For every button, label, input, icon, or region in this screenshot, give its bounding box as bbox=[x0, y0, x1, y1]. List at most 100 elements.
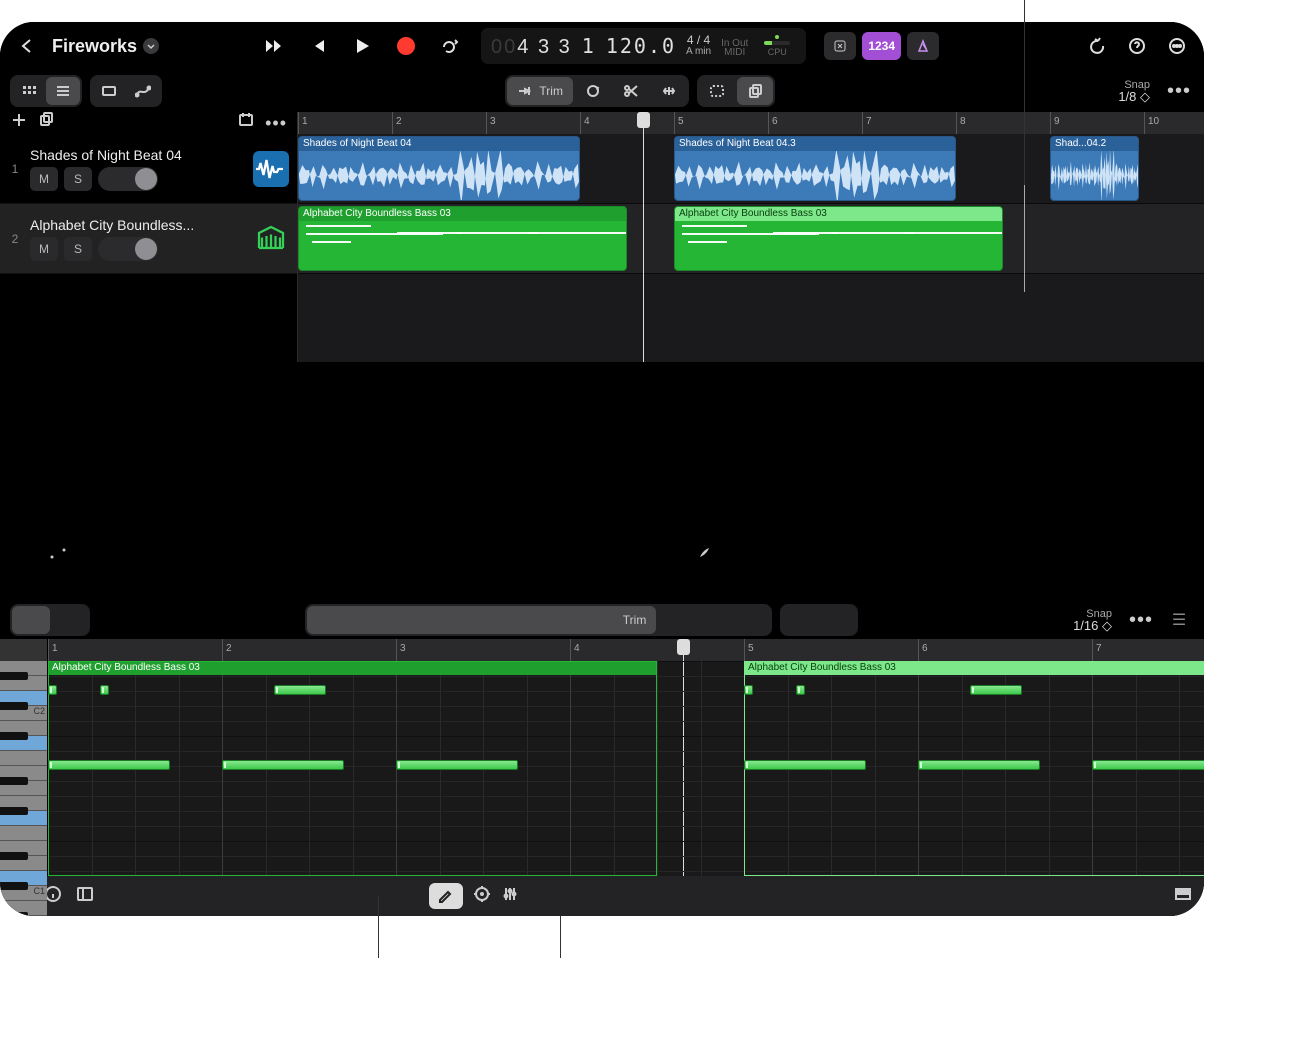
marquee-tool-button[interactable] bbox=[699, 77, 735, 105]
velocity-tool-button[interactable] bbox=[734, 606, 770, 634]
edit-mode-button[interactable] bbox=[429, 883, 463, 909]
editor-ruler[interactable]: 1234567 bbox=[48, 639, 1204, 661]
editor-ruler-tick: 3 bbox=[396, 639, 406, 661]
keyboard-button[interactable] bbox=[1174, 885, 1192, 908]
midi-note[interactable] bbox=[744, 760, 866, 770]
project-title[interactable]: Fireworks bbox=[52, 36, 159, 57]
editor-select-group bbox=[780, 604, 858, 636]
go-to-start-button[interactable] bbox=[303, 31, 333, 61]
metronome-button[interactable] bbox=[907, 32, 939, 60]
pencil-tool-button[interactable] bbox=[658, 606, 694, 634]
brush-tool-button[interactable] bbox=[696, 606, 732, 634]
instrument-track-icon[interactable] bbox=[253, 221, 289, 257]
lcd-display[interactable]: 004 3 3 1 120.0 4 / 4A min In OutMIDI CP… bbox=[481, 28, 806, 64]
snap-value: 1/8 bbox=[1118, 89, 1136, 104]
cycle-button[interactable] bbox=[435, 31, 465, 61]
editor-snap-value: 1/16 bbox=[1073, 618, 1098, 633]
track-lane-1[interactable]: Shades of Night Beat 04 Shades of Night B… bbox=[298, 134, 1204, 204]
solo-button[interactable]: S bbox=[64, 237, 92, 261]
midi-note[interactable] bbox=[970, 685, 1022, 695]
midi-note[interactable] bbox=[744, 685, 753, 695]
region-label: Shad...04.2 bbox=[1051, 137, 1138, 151]
duplicate-track-button[interactable] bbox=[38, 111, 56, 134]
audio-region[interactable]: Shades of Night Beat 04 bbox=[298, 136, 580, 201]
split-view-button[interactable] bbox=[76, 885, 94, 908]
ruler-tick: 7 bbox=[862, 112, 872, 134]
volume-slider[interactable] bbox=[98, 167, 158, 191]
add-track-button[interactable] bbox=[10, 111, 28, 134]
editor-more-button[interactable]: ••• bbox=[1126, 605, 1156, 635]
midi-note[interactable] bbox=[796, 685, 805, 695]
editor-bottom-bar bbox=[0, 876, 1204, 916]
score-view-button[interactable] bbox=[50, 606, 88, 634]
copy-tool-button[interactable] bbox=[737, 77, 773, 105]
editor-trim-label: Trim bbox=[623, 613, 647, 627]
piano-keyboard[interactable]: C2C1 bbox=[0, 639, 48, 876]
automation-view-button[interactable] bbox=[126, 77, 160, 105]
piano-roll-grid[interactable]: 1234567 Alphabet City Boundless Bass 03A… bbox=[48, 639, 1204, 876]
arrange-timeline[interactable]: 12345678910 Shades of Night Beat 04Shade… bbox=[298, 112, 1204, 362]
grid-view-button[interactable] bbox=[12, 77, 46, 105]
chevron-left-icon bbox=[18, 37, 36, 55]
piano-roll-editor: C2C1 1234567 Alphabet City Boundless Bas… bbox=[0, 639, 1204, 876]
track-header-more-button[interactable]: ••• bbox=[265, 119, 287, 127]
volume-slider[interactable] bbox=[98, 237, 158, 261]
stretch-tool-button[interactable] bbox=[651, 77, 687, 105]
key-label-c2: C2 bbox=[33, 706, 45, 716]
trim-tool-button[interactable]: Trim bbox=[507, 77, 573, 105]
loop-tool-button[interactable] bbox=[575, 77, 611, 105]
piano-roll-view-button[interactable] bbox=[12, 606, 50, 634]
mute-button[interactable]: M bbox=[30, 167, 58, 191]
help-button[interactable] bbox=[1122, 31, 1152, 61]
filter-tracks-button[interactable] bbox=[237, 111, 255, 134]
midi-note[interactable] bbox=[1092, 760, 1204, 770]
ruler-tick: 1 bbox=[298, 112, 308, 134]
count-in-button[interactable]: 1234 bbox=[862, 32, 901, 60]
midi-region[interactable]: Alphabet City Boundless Bass 03 bbox=[674, 206, 1003, 271]
audio-region[interactable]: Shades of Night Beat 04.3 bbox=[674, 136, 956, 201]
tuner-button[interactable] bbox=[824, 32, 856, 60]
list-view-button[interactable] bbox=[46, 77, 80, 105]
scissors-tool-button[interactable] bbox=[613, 77, 649, 105]
midi-note[interactable] bbox=[48, 760, 170, 770]
bar-ruler[interactable]: 12345678910 bbox=[298, 112, 1204, 134]
editor-snap-display[interactable]: Snap 1/16 ◇ bbox=[1073, 609, 1112, 631]
midi-note[interactable] bbox=[918, 760, 1040, 770]
more-menu-button[interactable] bbox=[1162, 31, 1192, 61]
region-view-button[interactable] bbox=[92, 77, 126, 105]
track-header-1[interactable]: 1 Shades of Night Beat 04 M S bbox=[0, 134, 297, 204]
audio-region[interactable]: Shad...04.2 bbox=[1050, 136, 1139, 201]
midi-note[interactable] bbox=[396, 760, 518, 770]
midi-region[interactable]: Alphabet City Boundless Bass 03 bbox=[298, 206, 627, 271]
project-dropdown-icon[interactable] bbox=[143, 38, 159, 54]
midi-note[interactable] bbox=[222, 760, 344, 770]
track-lane-2[interactable]: Alphabet City Boundless Bass 03 Alphabet … bbox=[298, 204, 1204, 274]
midi-note[interactable] bbox=[100, 685, 109, 695]
record-button[interactable] bbox=[391, 31, 421, 61]
editor-ruler-tick: 5 bbox=[744, 639, 754, 661]
editor-view-segment bbox=[10, 604, 90, 636]
editor-menu-button[interactable]: ☰ bbox=[1164, 605, 1194, 635]
editor-copy-button[interactable] bbox=[820, 606, 856, 634]
fast-forward-button[interactable] bbox=[259, 31, 289, 61]
playhead[interactable] bbox=[643, 112, 644, 362]
editor-trim-tool[interactable]: Trim bbox=[307, 606, 657, 634]
midi-note[interactable] bbox=[274, 685, 326, 695]
track-header-2[interactable]: 2 Alphabet City Boundless... M S bbox=[0, 204, 297, 274]
quantize-button[interactable] bbox=[473, 885, 491, 908]
undo-button[interactable] bbox=[1082, 31, 1112, 61]
lcd-timesig: 4 / 4 bbox=[687, 33, 710, 47]
editor-toolbar: Trim Snap 1/16 ◇ ••• ☰ bbox=[0, 599, 1204, 639]
back-button[interactable] bbox=[12, 31, 42, 61]
mute-button[interactable]: M bbox=[30, 237, 58, 261]
audio-track-icon[interactable] bbox=[253, 151, 289, 187]
tracks-more-button[interactable]: ••• bbox=[1164, 76, 1194, 106]
track-number: 1 bbox=[8, 162, 22, 176]
solo-button[interactable]: S bbox=[64, 167, 92, 191]
midi-note[interactable] bbox=[48, 685, 57, 695]
play-button[interactable] bbox=[347, 31, 377, 61]
editor-ruler-tick: 7 bbox=[1092, 639, 1102, 661]
editor-marquee-button[interactable] bbox=[782, 606, 818, 634]
mixer-button[interactable] bbox=[501, 885, 519, 908]
snap-display[interactable]: Snap 1/8 ◇ bbox=[1118, 80, 1150, 102]
